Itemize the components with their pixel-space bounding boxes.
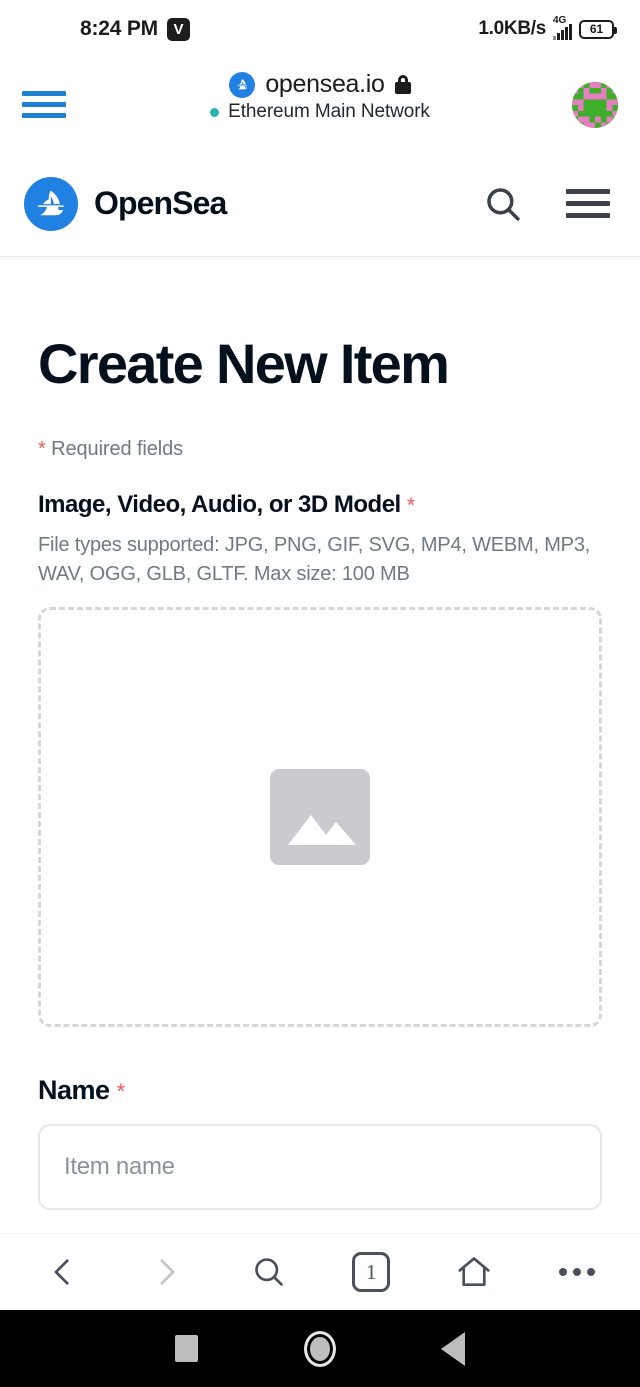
android-navigation-bar — [0, 1310, 640, 1387]
more-dot — [586, 1268, 595, 1276]
home-nav-button[interactable] — [290, 1319, 350, 1379]
back-triangle-icon — [441, 1331, 466, 1366]
battery-level-label: 61 — [589, 22, 604, 36]
cellular-signal-icon: 4G — [553, 15, 572, 40]
tabs-button[interactable]: 1 — [336, 1241, 406, 1303]
media-upload-dropzone[interactable] — [38, 606, 602, 1027]
status-clock: 8:24 PM — [80, 17, 158, 40]
name-field-label: Name * — [38, 1075, 602, 1106]
item-name-input[interactable] — [38, 1123, 602, 1210]
more-dot — [558, 1268, 567, 1276]
battery-icon: 61 — [579, 19, 617, 39]
back-button[interactable] — [28, 1241, 98, 1303]
vpn-badge-icon: V — [166, 17, 190, 41]
forward-button[interactable] — [131, 1241, 201, 1303]
network-status-dot — [210, 107, 220, 117]
url-text: opensea.io — [265, 70, 385, 98]
media-field-label-text: Image, Video, Audio, or 3D Model — [38, 490, 401, 518]
image-placeholder-icon — [270, 768, 370, 865]
back-nav-button[interactable] — [423, 1319, 483, 1379]
required-fields-note: * Required fields — [38, 438, 602, 461]
media-field-label: Image, Video, Audio, or 3D Model * — [38, 491, 602, 519]
more-dot — [572, 1268, 581, 1276]
opensea-logo-link[interactable]: OpenSea — [24, 176, 227, 231]
network-type-label: 4G — [553, 15, 567, 26]
home-button[interactable] — [439, 1241, 509, 1303]
wallet-account-identicon[interactable] — [572, 81, 618, 128]
required-asterisk: * — [38, 437, 46, 460]
android-status-bar: 8:24 PM V 1.0KB/s 4G 61 — [0, 0, 640, 58]
site-header-actions — [482, 183, 610, 225]
create-item-page: Create New Item * Required fields Image,… — [0, 257, 640, 1233]
browser-url-row[interactable]: opensea.io — [229, 70, 411, 99]
search-icon[interactable] — [482, 183, 524, 225]
site-menu-icon[interactable] — [566, 189, 610, 218]
opensea-brand-name: OpenSea — [94, 185, 227, 221]
browser-search-button[interactable] — [234, 1241, 304, 1303]
network-name-label: Ethereum Main Network — [228, 101, 430, 122]
status-bar-right: 1.0KB/s 4G 61 — [478, 15, 617, 40]
recents-button[interactable] — [157, 1319, 217, 1379]
tabs-count-label: 1 — [352, 1252, 391, 1292]
media-required-asterisk: * — [406, 493, 415, 517]
network-speed-indicator: 1.0KB/s — [478, 18, 546, 39]
browser-menu-icon[interactable] — [22, 85, 66, 124]
name-required-asterisk: * — [116, 1078, 126, 1104]
home-circle-icon — [303, 1330, 336, 1367]
opensea-sailboat-logo-icon — [24, 176, 78, 231]
page-title: Create New Item — [38, 332, 450, 395]
media-field-help-text: File types supported: JPG, PNG, GIF, SVG… — [38, 533, 591, 585]
lock-icon — [394, 75, 411, 94]
name-field-label-text: Name — [38, 1074, 110, 1105]
browser-url-bar: opensea.io Ethereum Main Network — [0, 58, 640, 151]
mobile-screen: 8:24 PM V 1.0KB/s 4G 61 opensea.io Ether… — [0, 0, 640, 1387]
more-options-button[interactable] — [542, 1241, 612, 1303]
browser-url-block: opensea.io Ethereum Main Network — [0, 70, 640, 123]
network-indicator[interactable]: Ethereum Main Network — [210, 101, 430, 123]
site-header: OpenSea — [0, 151, 640, 257]
browser-bottom-toolbar: 1 — [0, 1233, 640, 1310]
opensea-favicon-icon — [229, 71, 256, 98]
status-bar-left: 8:24 PM V — [80, 17, 190, 41]
recents-square-icon — [175, 1335, 199, 1362]
required-fields-label: Required fields — [51, 437, 184, 460]
